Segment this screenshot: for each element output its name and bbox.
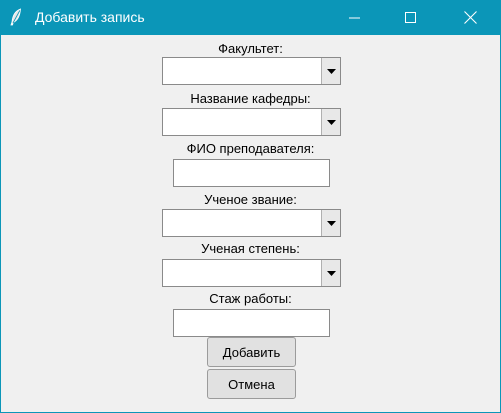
- academic-degree-combobox[interactable]: [162, 259, 341, 287]
- chevron-down-icon[interactable]: [321, 109, 340, 135]
- teacher-name-field[interactable]: [173, 159, 330, 187]
- window-title: Добавить запись: [35, 9, 145, 25]
- department-combobox[interactable]: [162, 108, 341, 136]
- cancel-button[interactable]: Отмена: [207, 369, 296, 399]
- academic-degree-label: Ученая степень:: [201, 241, 300, 256]
- academic-title-combobox[interactable]: [162, 209, 341, 237]
- chevron-down-icon[interactable]: [321, 210, 340, 236]
- close-icon: [463, 11, 477, 24]
- feather-icon: [8, 8, 24, 26]
- title-bar[interactable]: Добавить запись: [0, 0, 501, 35]
- minimize-icon: [348, 17, 360, 19]
- close-button[interactable]: [447, 0, 493, 35]
- teacher-name-label: ФИО преподавателя:: [186, 141, 315, 156]
- academic-title-label: Ученое звание:: [204, 192, 297, 207]
- form-area: Факультет: Название кафедры: ФИО препода…: [1, 35, 500, 412]
- chevron-down-icon[interactable]: [321, 260, 340, 286]
- experience-label: Стаж работы:: [209, 291, 292, 306]
- minimize-button[interactable]: [331, 0, 377, 35]
- experience-field[interactable]: [173, 309, 330, 337]
- chevron-down-icon[interactable]: [321, 58, 340, 84]
- faculty-label: Факультет:: [218, 41, 283, 56]
- maximize-icon: [404, 12, 416, 23]
- maximize-button[interactable]: [387, 0, 433, 35]
- add-button[interactable]: Добавить: [207, 337, 296, 367]
- add-record-window: Добавить запись Факультет: Название кафе…: [0, 0, 501, 413]
- faculty-combobox[interactable]: [162, 57, 341, 85]
- department-label: Название кафедры:: [190, 91, 311, 106]
